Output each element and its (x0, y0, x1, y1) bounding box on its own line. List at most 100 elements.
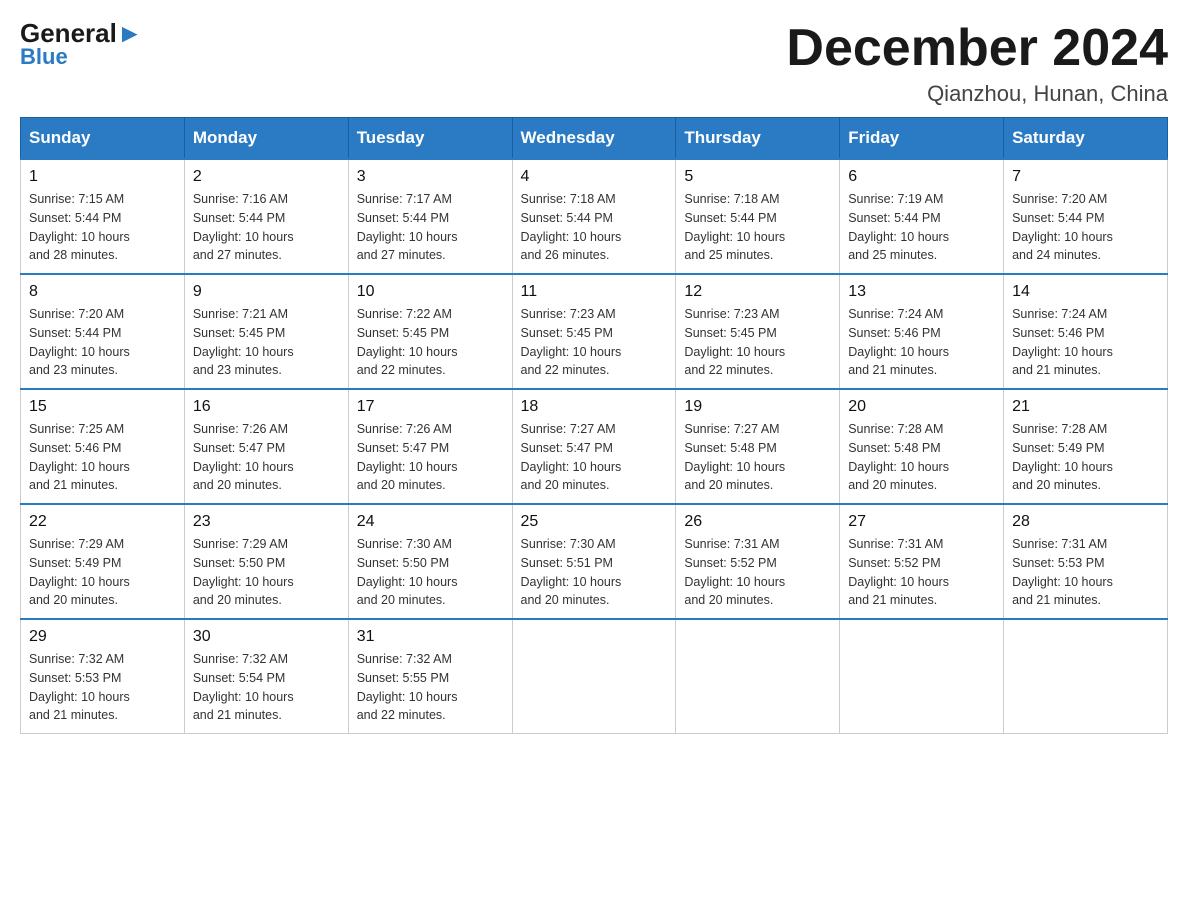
day-cell: 20Sunrise: 7:28 AMSunset: 5:48 PMDayligh… (840, 389, 1004, 504)
day-info: Sunrise: 7:21 AMSunset: 5:45 PMDaylight:… (193, 305, 340, 380)
week-row-2: 8 Sunrise: 7:20 AMSunset: 5:44 PMDaylight… (21, 274, 1168, 389)
day-number: 9 (193, 283, 340, 301)
day-number: 14 (1012, 283, 1159, 301)
col-header-thursday: Thursday (676, 118, 840, 160)
day-number: 3 (357, 168, 504, 186)
day-cell: 18 Sunrise: 7:27 AMSunset: 5:47 PMDayligh… (512, 389, 676, 504)
day-cell: 29 Sunrise: 7:32 AMSunset: 5:53 PMDayligh… (21, 619, 185, 734)
day-cell: 10 Sunrise: 7:22 AMSunset: 5:45 PMDayligh… (348, 274, 512, 389)
day-number: 17 (357, 398, 504, 416)
day-info: Sunrise: 7:27 AMSunset: 5:48 PMDaylight:… (684, 420, 831, 495)
day-info: Sunrise: 7:23 AMSunset: 5:45 PMDaylight:… (684, 305, 831, 380)
day-info: Sunrise: 7:18 AMSunset: 5:44 PMDaylight:… (521, 190, 668, 265)
day-number: 4 (521, 168, 668, 186)
day-number: 5 (684, 168, 831, 186)
day-info: Sunrise: 7:22 AMSunset: 5:45 PMDaylight:… (357, 305, 504, 380)
day-cell: 14Sunrise: 7:24 AMSunset: 5:46 PMDayligh… (1004, 274, 1168, 389)
day-cell: 25 Sunrise: 7:30 AMSunset: 5:51 PMDayligh… (512, 504, 676, 619)
day-cell: 11 Sunrise: 7:23 AMSunset: 5:45 PMDayligh… (512, 274, 676, 389)
day-number: 25 (521, 513, 668, 531)
day-cell: 1Sunrise: 7:15 AMSunset: 5:44 PMDaylight… (21, 159, 185, 274)
day-info: Sunrise: 7:31 AMSunset: 5:52 PMDaylight:… (684, 535, 831, 610)
day-info: Sunrise: 7:29 AMSunset: 5:49 PMDaylight:… (29, 535, 176, 610)
day-info: Sunrise: 7:32 AMSunset: 5:53 PMDaylight:… (29, 650, 176, 725)
day-number: 22 (29, 513, 176, 531)
day-number: 7 (1012, 168, 1159, 186)
day-cell (840, 619, 1004, 734)
day-number: 8 (29, 283, 176, 301)
day-cell: 7 Sunrise: 7:20 AMSunset: 5:44 PMDaylight… (1004, 159, 1168, 274)
day-number: 28 (1012, 513, 1159, 531)
day-cell: 8 Sunrise: 7:20 AMSunset: 5:44 PMDaylight… (21, 274, 185, 389)
day-number: 30 (193, 628, 340, 646)
day-cell: 31Sunrise: 7:32 AMSunset: 5:55 PMDayligh… (348, 619, 512, 734)
day-info: Sunrise: 7:32 AMSunset: 5:55 PMDaylight:… (357, 650, 504, 725)
logo-blue-text: Blue (20, 44, 68, 70)
day-info: Sunrise: 7:16 AMSunset: 5:44 PMDaylight:… (193, 190, 340, 265)
day-cell: 9 Sunrise: 7:21 AMSunset: 5:45 PMDaylight… (184, 274, 348, 389)
day-cell: 21Sunrise: 7:28 AMSunset: 5:49 PMDayligh… (1004, 389, 1168, 504)
day-info: Sunrise: 7:26 AMSunset: 5:47 PMDaylight:… (193, 420, 340, 495)
day-number: 29 (29, 628, 176, 646)
day-cell: 26 Sunrise: 7:31 AMSunset: 5:52 PMDayligh… (676, 504, 840, 619)
day-number: 15 (29, 398, 176, 416)
col-header-wednesday: Wednesday (512, 118, 676, 160)
day-cell (1004, 619, 1168, 734)
day-number: 26 (684, 513, 831, 531)
day-info: Sunrise: 7:32 AMSunset: 5:54 PMDaylight:… (193, 650, 340, 725)
day-number: 23 (193, 513, 340, 531)
day-number: 18 (521, 398, 668, 416)
day-number: 11 (521, 283, 668, 301)
day-cell: 5 Sunrise: 7:18 AMSunset: 5:44 PMDaylight… (676, 159, 840, 274)
day-info: Sunrise: 7:30 AMSunset: 5:50 PMDaylight:… (357, 535, 504, 610)
day-cell: 15 Sunrise: 7:25 AMSunset: 5:46 PMDayligh… (21, 389, 185, 504)
day-number: 24 (357, 513, 504, 531)
col-header-saturday: Saturday (1004, 118, 1168, 160)
day-info: Sunrise: 7:19 AMSunset: 5:44 PMDaylight:… (848, 190, 995, 265)
day-info: Sunrise: 7:30 AMSunset: 5:51 PMDaylight:… (521, 535, 668, 610)
col-header-monday: Monday (184, 118, 348, 160)
logo-arrow-inline: ► (117, 18, 143, 48)
calendar-subtitle: Qianzhou, Hunan, China (786, 81, 1168, 107)
col-header-tuesday: Tuesday (348, 118, 512, 160)
day-cell: 27 Sunrise: 7:31 AMSunset: 5:52 PMDayligh… (840, 504, 1004, 619)
day-cell (676, 619, 840, 734)
day-number: 13 (848, 283, 995, 301)
day-number: 6 (848, 168, 995, 186)
day-number: 10 (357, 283, 504, 301)
day-info: Sunrise: 7:28 AMSunset: 5:48 PMDaylight:… (848, 420, 995, 495)
day-info: Sunrise: 7:20 AMSunset: 5:44 PMDaylight:… (1012, 190, 1159, 265)
calendar-header-row: SundayMondayTuesdayWednesdayThursdayFrid… (21, 118, 1168, 160)
day-cell: 6 Sunrise: 7:19 AMSunset: 5:44 PMDaylight… (840, 159, 1004, 274)
day-cell: 2 Sunrise: 7:16 AMSunset: 5:44 PMDaylight… (184, 159, 348, 274)
day-cell: 24 Sunrise: 7:30 AMSunset: 5:50 PMDayligh… (348, 504, 512, 619)
week-row-3: 15 Sunrise: 7:25 AMSunset: 5:46 PMDayligh… (21, 389, 1168, 504)
day-number: 16 (193, 398, 340, 416)
day-number: 21 (1012, 398, 1159, 416)
day-info: Sunrise: 7:23 AMSunset: 5:45 PMDaylight:… (521, 305, 668, 380)
day-info: Sunrise: 7:25 AMSunset: 5:46 PMDaylight:… (29, 420, 176, 495)
day-cell: 17 Sunrise: 7:26 AMSunset: 5:47 PMDayligh… (348, 389, 512, 504)
day-info: Sunrise: 7:20 AMSunset: 5:44 PMDaylight:… (29, 305, 176, 380)
calendar-table: SundayMondayTuesdayWednesdayThursdayFrid… (20, 117, 1168, 734)
day-number: 12 (684, 283, 831, 301)
day-number: 2 (193, 168, 340, 186)
day-info: Sunrise: 7:18 AMSunset: 5:44 PMDaylight:… (684, 190, 831, 265)
day-cell: 28Sunrise: 7:31 AMSunset: 5:53 PMDayligh… (1004, 504, 1168, 619)
day-number: 27 (848, 513, 995, 531)
day-number: 19 (684, 398, 831, 416)
day-info: Sunrise: 7:26 AMSunset: 5:47 PMDaylight:… (357, 420, 504, 495)
day-cell: 12 Sunrise: 7:23 AMSunset: 5:45 PMDayligh… (676, 274, 840, 389)
day-cell: 19 Sunrise: 7:27 AMSunset: 5:48 PMDayligh… (676, 389, 840, 504)
day-info: Sunrise: 7:29 AMSunset: 5:50 PMDaylight:… (193, 535, 340, 610)
col-header-friday: Friday (840, 118, 1004, 160)
day-cell: 3 Sunrise: 7:17 AMSunset: 5:44 PMDaylight… (348, 159, 512, 274)
logo-general-text: General► (20, 20, 143, 46)
week-row-1: 1Sunrise: 7:15 AMSunset: 5:44 PMDaylight… (21, 159, 1168, 274)
day-info: Sunrise: 7:31 AMSunset: 5:52 PMDaylight:… (848, 535, 995, 610)
day-cell: 4 Sunrise: 7:18 AMSunset: 5:44 PMDaylight… (512, 159, 676, 274)
day-info: Sunrise: 7:27 AMSunset: 5:47 PMDaylight:… (521, 420, 668, 495)
week-row-4: 22 Sunrise: 7:29 AMSunset: 5:49 PMDayligh… (21, 504, 1168, 619)
day-info: Sunrise: 7:17 AMSunset: 5:44 PMDaylight:… (357, 190, 504, 265)
day-cell: 23 Sunrise: 7:29 AMSunset: 5:50 PMDayligh… (184, 504, 348, 619)
